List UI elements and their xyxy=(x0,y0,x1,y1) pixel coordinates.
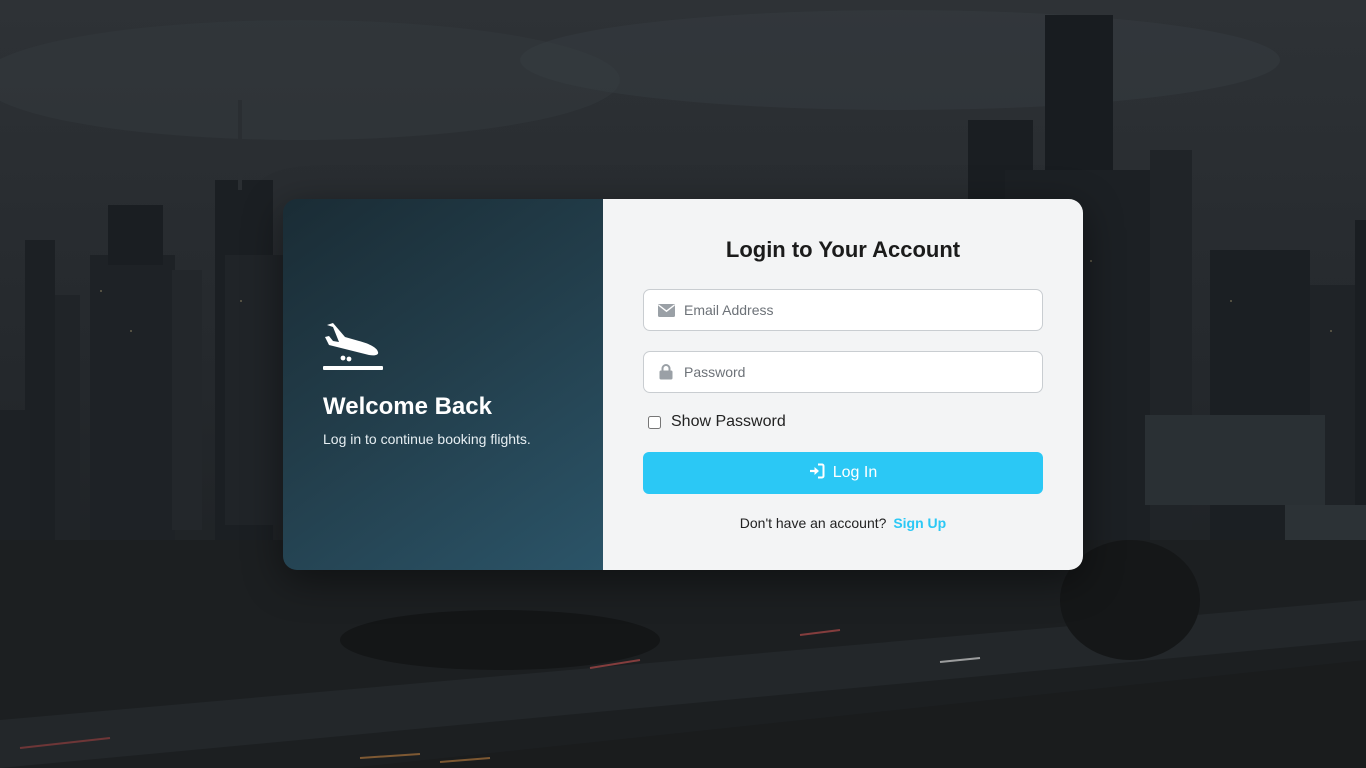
welcome-title: Welcome Back xyxy=(323,393,492,420)
signup-prompt-text: Don't have an account? xyxy=(739,515,887,531)
password-input[interactable] xyxy=(684,357,1024,387)
envelope-icon xyxy=(657,302,675,318)
email-input[interactable] xyxy=(684,295,1024,325)
login-form-panel: Login to Your Account Show Password xyxy=(603,199,1083,570)
login-title: Login to Your Account xyxy=(725,237,961,262)
login-button-label: Log In xyxy=(832,464,878,481)
signup-link[interactable]: Sign Up xyxy=(893,515,946,531)
show-password-row: Show Password xyxy=(648,413,1043,431)
login-button[interactable]: Log In xyxy=(643,452,1043,494)
welcome-subtitle: Log in to continue booking flights. xyxy=(323,431,531,447)
lock-icon xyxy=(657,364,675,380)
plane-arrival-icon xyxy=(323,323,603,371)
login-card: Welcome Back Log in to continue booking … xyxy=(283,199,1083,570)
welcome-panel: Welcome Back Log in to continue booking … xyxy=(283,199,603,570)
show-password-checkbox[interactable] xyxy=(648,415,661,429)
password-field[interactable] xyxy=(643,351,1043,393)
signup-prompt: Don't have an account? Sign Up xyxy=(643,515,1043,531)
show-password-label[interactable]: Show Password xyxy=(671,413,786,431)
sign-in-icon xyxy=(809,463,833,484)
email-field[interactable] xyxy=(643,289,1043,331)
